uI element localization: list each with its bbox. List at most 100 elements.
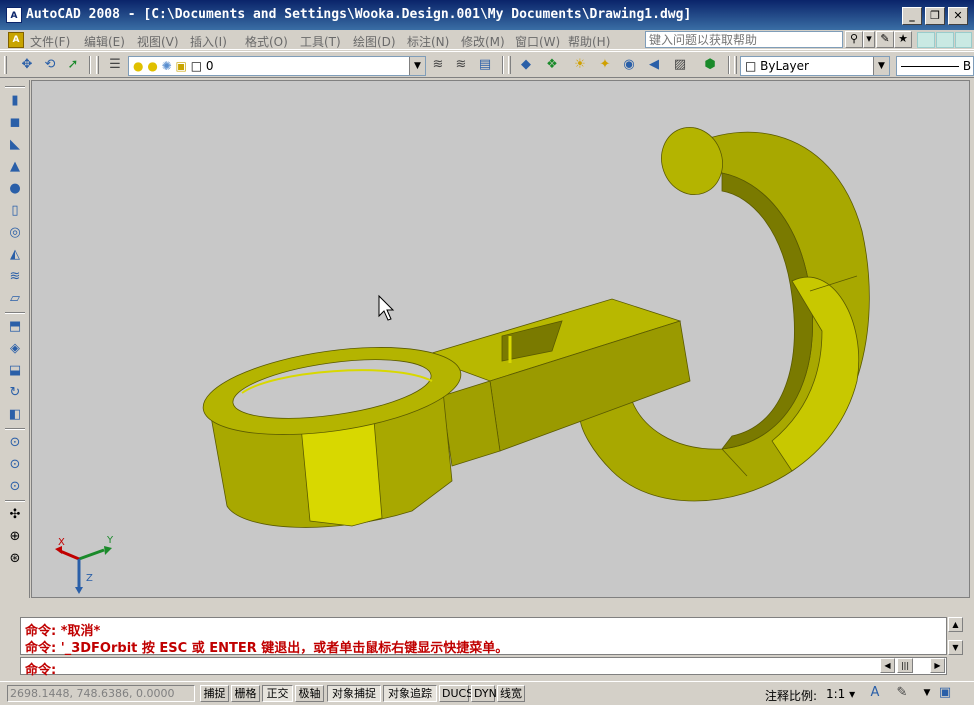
otrack-toggle[interactable]: 对象追踪	[383, 685, 437, 702]
scroll-up-icon[interactable]: ▲	[948, 617, 963, 632]
window-title: AutoCAD 2008 - [C:\Documents and Setting…	[26, 7, 692, 22]
cylinder-icon[interactable]: ▯	[6, 202, 24, 220]
presspull-icon[interactable]: ◈	[6, 340, 24, 358]
pan-icon[interactable]: ✥	[18, 56, 36, 74]
color-combo[interactable]: □ ByLayer ▼	[740, 56, 890, 76]
make-current-layer-icon[interactable]: ≋	[429, 56, 447, 74]
3d-rotate-icon[interactable]: ⊕	[6, 528, 24, 546]
planar-surface-icon[interactable]: ▱	[6, 290, 24, 308]
auto-scale-icon[interactable]: ✎	[893, 684, 911, 702]
favorites-icon[interactable]: ★	[894, 31, 912, 48]
command-input-row[interactable]: 命令:	[20, 657, 947, 678]
autocad-app-icon[interactable]: A	[6, 7, 22, 23]
document-icon[interactable]: A	[8, 32, 24, 48]
color-swatch-icon: □	[745, 59, 761, 73]
materials-icon[interactable]: ❖	[543, 56, 561, 74]
toolbar-separator	[5, 428, 25, 430]
ring-end	[202, 347, 462, 528]
scroll-down-icon[interactable]: ▼	[948, 640, 963, 655]
osnap-toggle[interactable]: 对象捕捉	[327, 685, 381, 702]
drawing-viewport[interactable]: Y X Z	[31, 80, 970, 598]
scroll-thumb[interactable]: |||	[897, 658, 913, 673]
layer-previous-icon[interactable]: ≋	[452, 56, 470, 74]
status-menu-icon[interactable]: ▼	[918, 684, 936, 702]
linetype-combo[interactable]: B	[896, 56, 974, 76]
zoom-realtime-icon[interactable]: ➚	[64, 56, 82, 74]
doc-minimize-button[interactable]	[917, 32, 935, 48]
search-dropdown-icon[interactable]: ▾	[863, 31, 875, 48]
doc-close-button[interactable]	[955, 32, 972, 48]
revolve-icon[interactable]: ↻	[6, 384, 24, 402]
menu-file[interactable]: 文件(F)	[30, 33, 70, 50]
menu-draw[interactable]: 绘图(D)	[353, 33, 396, 50]
intersect-icon[interactable]: ⊙	[6, 478, 24, 496]
scroll-right-icon[interactable]: ▶	[930, 658, 945, 673]
advanced-render-icon[interactable]: ⬢	[701, 56, 719, 74]
menu-window[interactable]: 窗口(W)	[515, 33, 560, 50]
union-icon[interactable]: ⊙	[6, 434, 24, 452]
toolbar-separator	[5, 500, 25, 502]
menu-dimension[interactable]: 标注(N)	[407, 33, 449, 50]
chevron-down-icon[interactable]: ▼	[873, 57, 889, 75]
menu-help[interactable]: 帮助(H)	[568, 33, 610, 50]
doc-restore-button[interactable]	[936, 32, 954, 48]
sunlight-icon[interactable]: ☀	[571, 56, 589, 74]
render-window-icon[interactable]: ▨	[671, 56, 689, 74]
dyn-toggle[interactable]: DYN	[471, 685, 497, 702]
annotation-visibility-icon[interactable]: A	[866, 684, 884, 702]
help-search-input[interactable]	[645, 31, 843, 48]
extrude-icon[interactable]: ⬒	[6, 318, 24, 336]
menu-modify[interactable]: 修改(M)	[461, 33, 505, 50]
polysolid-icon[interactable]: ▮	[6, 92, 24, 110]
menu-edit[interactable]: 编辑(E)	[84, 33, 125, 50]
toolbar-grip[interactable]	[508, 56, 511, 74]
orbit-icon[interactable]: ⟲	[41, 56, 59, 74]
toolbar-grip[interactable]	[734, 56, 737, 74]
toolbar-grip[interactable]	[96, 56, 99, 74]
close-button[interactable]: ✕	[948, 7, 968, 25]
lock-icon: ▣	[175, 59, 187, 73]
toolbar-grip[interactable]	[5, 86, 25, 88]
pyramid-icon[interactable]: ◭	[6, 246, 24, 264]
cone-icon[interactable]: ▲	[6, 158, 24, 176]
search-icon[interactable]: ⚲	[845, 31, 863, 48]
minimize-button[interactable]: _	[902, 7, 922, 25]
render-icon[interactable]: ◆	[517, 56, 535, 74]
layer-manager-icon[interactable]: ☰	[106, 56, 124, 74]
scroll-left-icon[interactable]: ◀	[880, 658, 895, 673]
command-history[interactable]: 命令: *取消* 命令: '_3DFOrbit 按 ESC 或 ENTER 键退…	[20, 617, 947, 656]
layer-states-icon[interactable]: ▤	[476, 56, 494, 74]
snap-toggle[interactable]: 捕捉	[200, 685, 229, 702]
maximize-button[interactable]: ❐	[925, 7, 945, 25]
subtract-icon[interactable]: ⊙	[6, 456, 24, 474]
grid-toggle[interactable]: 栅格	[231, 685, 260, 702]
torus-icon[interactable]: ◎	[6, 224, 24, 242]
ducs-toggle[interactable]: DUCS	[439, 685, 473, 702]
environment-icon[interactable]: ◉	[620, 56, 638, 74]
sphere-icon[interactable]: ●	[6, 180, 24, 198]
polar-toggle[interactable]: 极轴	[295, 685, 324, 702]
loft-icon[interactable]: ◧	[6, 406, 24, 424]
3d-model-scene[interactable]: Y X Z	[32, 81, 970, 598]
toolbar-grip[interactable]	[4, 56, 7, 74]
menu-format[interactable]: 格式(O)	[245, 33, 288, 50]
chevron-down-icon[interactable]: ▼	[409, 57, 425, 75]
communication-center-icon[interactable]: ✎	[876, 31, 894, 48]
layer-combo[interactable]: ● ● ✺ ▣ □ 0 ▼	[128, 56, 426, 76]
coordinates-readout[interactable]: 2698.1448, 748.6386, 0.0000	[7, 685, 195, 702]
3d-align-icon[interactable]: ⊛	[6, 550, 24, 568]
ortho-toggle[interactable]: 正交	[262, 685, 293, 702]
clean-screen-icon[interactable]: ▣	[936, 684, 954, 702]
wedge-icon[interactable]: ◣	[6, 136, 24, 154]
lights-icon[interactable]: ✦	[596, 56, 614, 74]
helix-icon[interactable]: ≋	[6, 268, 24, 286]
camera-icon[interactable]: ◀	[645, 56, 663, 74]
sweep-icon[interactable]: ⬓	[6, 362, 24, 380]
3d-move-icon[interactable]: ✣	[6, 506, 24, 524]
menu-view[interactable]: 视图(V)	[137, 33, 179, 50]
box-icon[interactable]: ◼	[6, 114, 24, 132]
menu-tools[interactable]: 工具(T)	[300, 33, 341, 50]
annotation-scale-select[interactable]: 1:1 ▾	[826, 687, 855, 701]
menu-insert[interactable]: 插入(I)	[190, 33, 227, 50]
lineweight-toggle[interactable]: 线宽	[497, 685, 525, 702]
